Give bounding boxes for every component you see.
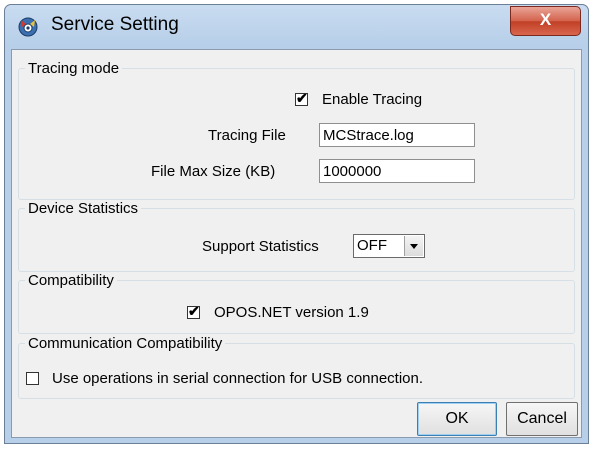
opos-net-checkbox[interactable]: ✔ (187, 303, 200, 319)
support-statistics-value: OFF (357, 237, 387, 254)
usb-serial-label: Use operations in serial connection for … (52, 370, 424, 387)
checkmark-icon: ✔ (188, 303, 200, 319)
ok-button[interactable]: OK (417, 402, 497, 436)
app-icon (18, 17, 38, 37)
close-icon: X (539, 10, 552, 29)
usb-serial-checkbox[interactable] (26, 372, 39, 385)
tracing-file-label: Tracing File (208, 127, 286, 144)
file-max-size-label: File Max Size (KB) (151, 163, 276, 180)
close-button[interactable]: X (510, 6, 581, 36)
enable-tracing-label: Enable Tracing (322, 91, 423, 108)
enable-tracing-checkbox[interactable]: ✔ (295, 90, 308, 106)
tracing-mode-legend: Tracing mode (28, 60, 120, 77)
support-statistics-label: Support Statistics (202, 238, 319, 255)
communication-compatibility-legend: Communication Compatibility (28, 335, 223, 352)
compatibility-legend: Compatibility (28, 272, 114, 289)
cancel-button[interactable]: Cancel (506, 402, 578, 436)
chevron-down-icon (410, 244, 418, 249)
tracing-mode-group: Tracing mode (18, 60, 575, 200)
tracing-file-input[interactable] (319, 123, 475, 147)
support-statistics-select[interactable]: OFF (353, 234, 425, 258)
communication-compatibility-group: Communication Compatibility (18, 335, 575, 399)
dialog-client-area: Tracing mode ✔ Enable Tracing Tracing Fi… (11, 49, 582, 438)
opos-net-label: OPOS.NET version 1.9 (214, 304, 369, 321)
device-statistics-legend: Device Statistics (28, 200, 139, 217)
checkmark-icon: ✔ (296, 90, 308, 106)
device-statistics-group: Device Statistics (18, 200, 575, 272)
dropdown-arrow-button[interactable] (404, 236, 423, 256)
file-max-size-input[interactable] (319, 159, 475, 183)
dialog-window: Service Setting X Tracing mode ✔ Enable … (4, 4, 589, 444)
title-bar[interactable]: Service Setting X (5, 5, 588, 49)
compatibility-group: Compatibility (18, 272, 575, 334)
window-title: Service Setting (51, 14, 179, 35)
